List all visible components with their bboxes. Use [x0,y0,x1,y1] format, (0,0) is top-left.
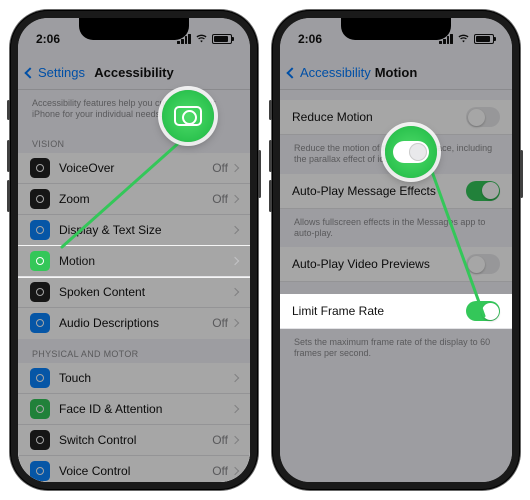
motion-icon [30,251,50,271]
callout-motion-icon [162,90,214,142]
row-label: Touch [59,371,232,385]
zoom-icon [30,189,50,209]
phone-left: 2:06 Settings Accessibility Accessibilit… [10,10,258,490]
row-touch[interactable]: Touch [18,363,250,394]
row-label: Face ID & Attention [59,402,232,416]
chevron-right-icon [231,225,239,233]
row-value: Off [212,316,228,330]
chevron-left-icon [286,67,297,78]
row-spoken-content[interactable]: Spoken Content [18,277,250,308]
row-face-id-attention[interactable]: Face ID & Attention [18,394,250,425]
row-auto-play-message-effects: Auto-Play Message Effects [280,174,512,209]
intro-text: Accessibility features help you customiz… [18,90,250,129]
screen-motion: 2:06 Accessibility Motion Reduce MotionR… [280,18,512,482]
row-zoom[interactable]: ZoomOff [18,184,250,215]
chevron-right-icon [231,435,239,443]
spoken-content-icon [30,282,50,302]
display-text-size-icon [30,220,50,240]
row-value: Off [212,192,228,206]
toggle-on-icon [393,141,429,163]
chevron-right-icon [231,256,239,264]
nav-bar: Settings Accessibility [18,56,250,90]
page-title: Accessibility [94,65,174,80]
reduce-motion-toggle[interactable] [466,107,500,127]
settings-group: VoiceOverOffZoomOffDisplay & Text SizeMo… [18,153,250,339]
battery-icon [212,34,232,44]
chevron-right-icon [231,373,239,381]
nav-back-label: Accessibility [300,65,371,80]
auto-play-message-effects-toggle[interactable] [466,181,500,201]
wifi-icon [457,34,470,44]
wifi-icon [195,34,208,44]
face-id-attention-icon [30,399,50,419]
nav-back-button[interactable]: Accessibility [288,65,371,80]
touch-icon [30,368,50,388]
row-label: Motion [59,254,232,268]
status-time: 2:06 [36,32,60,46]
accessibility-content: Accessibility features help you customiz… [18,90,250,482]
row-voiceover[interactable]: VoiceOverOff [18,153,250,184]
row-label: Zoom [59,192,212,206]
row-label: Audio Descriptions [59,316,212,330]
notch [341,18,451,40]
voice-control-icon [30,461,50,481]
status-time: 2:06 [298,32,322,46]
row-label: Reduce Motion [292,110,466,124]
chevron-right-icon [231,163,239,171]
callout-toggle-on [385,126,437,178]
row-label: Limit Frame Rate [292,304,466,318]
limit-frame-rate-toggle[interactable] [466,301,500,321]
group-header: PHYSICAL AND MOTOR [18,339,250,363]
row-voice-control[interactable]: Voice ControlOff [18,456,250,483]
row-value: Off [212,464,228,478]
row-auto-play-video-previews: Auto-Play Video Previews [280,247,512,282]
row-label: Auto-Play Video Previews [292,257,466,271]
row-motion[interactable]: Motion [18,246,250,277]
group-header: VISION [18,129,250,153]
row-audio-descriptions[interactable]: Audio DescriptionsOff [18,308,250,339]
settings-group: TouchFace ID & AttentionSwitch ControlOf… [18,363,250,483]
chevron-right-icon [231,287,239,295]
row-value: Off [212,433,228,447]
row-label: VoiceOver [59,161,212,175]
nav-back-label: Settings [38,65,85,80]
chevron-right-icon [231,466,239,474]
notch [79,18,189,40]
row-label: Spoken Content [59,285,232,299]
nav-back-button[interactable]: Settings [26,65,85,80]
row-label: Display & Text Size [59,223,232,237]
row-limit-frame-rate: Limit Frame Rate [280,294,512,329]
phone-right: 2:06 Accessibility Motion Reduce MotionR… [272,10,520,490]
nav-bar: Accessibility Motion [280,56,512,90]
auto-play-video-previews-toggle[interactable] [466,254,500,274]
switch-control-icon [30,430,50,450]
row-switch-control[interactable]: Switch ControlOff [18,425,250,456]
audio-descriptions-icon [30,313,50,333]
page-title: Motion [375,65,418,80]
row-display-text-size[interactable]: Display & Text Size [18,215,250,246]
battery-icon [474,34,494,44]
chevron-right-icon [231,404,239,412]
chevron-right-icon [231,194,239,202]
row-value: Off [212,161,228,175]
chevron-left-icon [24,67,35,78]
row-label: Switch Control [59,433,212,447]
chevron-right-icon [231,319,239,327]
row-label: Voice Control [59,464,212,478]
motion-settings-icon [174,106,202,126]
row-footer: Sets the maximum frame rate of the displ… [280,329,512,368]
screen-accessibility: 2:06 Settings Accessibility Accessibilit… [18,18,250,482]
voiceover-icon [30,158,50,178]
row-footer: Allows fullscreen effects in the Message… [280,209,512,248]
row-label: Auto-Play Message Effects [292,184,466,198]
